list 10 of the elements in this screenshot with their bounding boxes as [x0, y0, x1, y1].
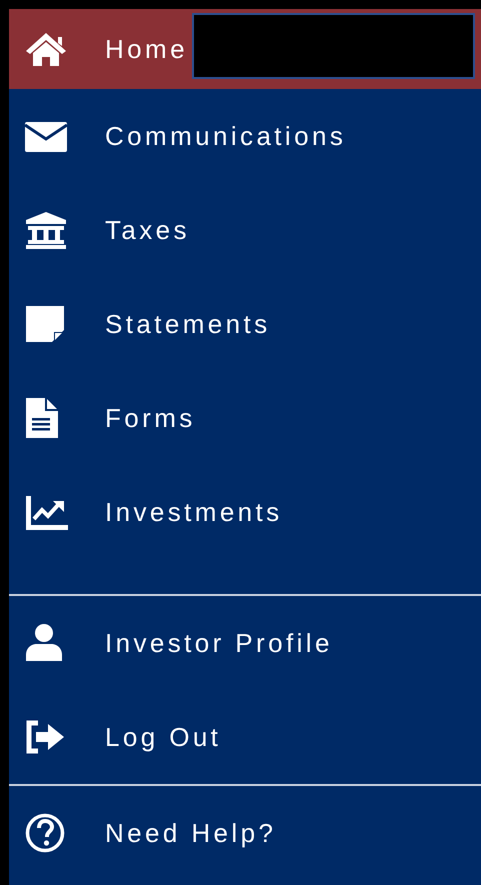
menu-item[interactable]: Investments	[9, 465, 481, 559]
menu-item[interactable]: Forms	[9, 371, 481, 465]
menu-item[interactable]: Need Help?	[9, 786, 481, 880]
menu-item[interactable]: Statements	[9, 277, 481, 371]
bank-icon	[24, 210, 68, 250]
menu-item[interactable]: Investor Profile	[9, 596, 481, 690]
menu-item[interactable]: Log Out	[9, 690, 481, 784]
menu-item[interactable]: Home	[9, 9, 481, 89]
menu-item[interactable]: Taxes	[9, 183, 481, 277]
menu-item[interactable]: Communications	[9, 89, 481, 183]
